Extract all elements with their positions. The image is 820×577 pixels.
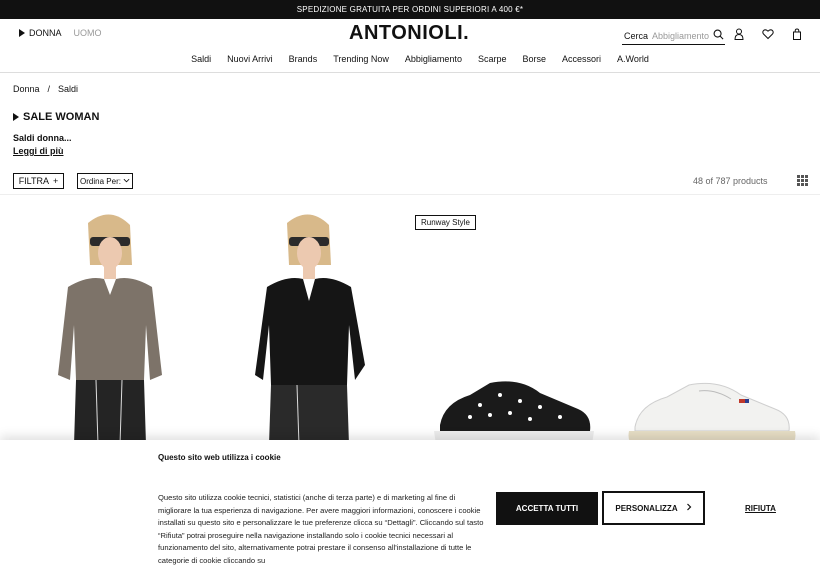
product-grid: Runway Style — [0, 194, 820, 445]
user-icon[interactable] — [733, 27, 745, 40]
sort-label: Ordina Per: — [80, 176, 121, 186]
runway-style-badge: Runway Style — [415, 215, 476, 230]
product-image[interactable] — [615, 195, 820, 445]
nav-item-borse[interactable]: Borse — [522, 54, 546, 64]
heart-icon[interactable] — [762, 27, 774, 40]
product-card[interactable]: Runway Style — [410, 195, 615, 445]
filter-label: FILTRA — [18, 176, 50, 186]
nav-item-trending-now[interactable]: Trending Now — [333, 54, 389, 64]
nav-item-saldi[interactable]: Saldi — [191, 54, 211, 64]
main-nav: Saldi Nuovi Arrivi Brands Trending Now A… — [0, 46, 820, 73]
search-placeholder: Abbigliamento — [652, 30, 710, 41]
nav-item-accessori[interactable]: Accessori — [562, 54, 601, 64]
customize-button[interactable]: PERSONALIZZA — [602, 491, 705, 525]
product-card[interactable] — [615, 195, 820, 445]
chevron-right-icon — [686, 503, 692, 513]
site-header: DONNA UOMO ANTONIOLI. Cerca Abbigliament… — [0, 19, 820, 46]
logo[interactable]: ANTONIOLI. — [349, 22, 469, 45]
gender-uomo[interactable]: UOMO — [74, 28, 102, 38]
nav-item-brands[interactable]: Brands — [289, 54, 318, 64]
nav-item-scarpe[interactable]: Scarpe — [478, 54, 507, 64]
gender-switch: DONNA UOMO — [19, 28, 102, 38]
category-description: Saldi donna... — [13, 133, 72, 143]
nav-item-a-world[interactable]: A.World — [617, 54, 649, 64]
grid-view-icon[interactable] — [797, 175, 808, 186]
sort-select[interactable]: Ordina Per: — [77, 173, 133, 189]
product-image[interactable] — [410, 195, 615, 445]
plus-icon: + — [53, 176, 59, 186]
cookie-title: Questo sito web utilizza i cookie — [158, 453, 281, 462]
breadcrumb-donna[interactable]: Donna — [13, 84, 40, 94]
gender-donna[interactable]: DONNA — [19, 28, 62, 38]
nav-item-abbigliamento[interactable]: Abbigliamento — [405, 54, 462, 64]
breadcrumb-saldi[interactable]: Saldi — [58, 84, 78, 94]
reject-button[interactable]: RIFIUTA — [745, 504, 776, 513]
promo-banner: SPEDIZIONE GRATUITA PER ORDINI SUPERIORI… — [0, 0, 820, 19]
search-label: Cerca — [624, 30, 649, 41]
nav-item-nuovi-arrivi[interactable]: Nuovi Arrivi — [227, 54, 273, 64]
header-icons — [733, 27, 803, 40]
play-icon — [13, 113, 19, 121]
product-count: 48 of 787 products — [693, 176, 768, 186]
accept-all-button[interactable]: ACCETTA TUTTI — [496, 492, 598, 525]
product-image[interactable] — [0, 195, 205, 445]
product-card[interactable] — [205, 195, 410, 445]
product-image[interactable] — [205, 195, 410, 445]
page-title-text: SALE WOMAN — [23, 111, 100, 123]
read-more-link[interactable]: Leggi di più — [13, 146, 64, 156]
breadcrumb: Donna / Saldi — [13, 84, 78, 94]
cookie-banner: Questo sito web utilizza i cookie Questo… — [0, 440, 820, 577]
search-input[interactable]: Cerca Abbigliamento — [622, 27, 725, 45]
page-title: SALE WOMAN — [13, 111, 99, 123]
breadcrumb-separator: / — [47, 84, 51, 94]
bag-icon[interactable] — [791, 27, 803, 40]
chevron-down-icon — [123, 177, 130, 186]
product-card[interactable] — [0, 195, 205, 445]
filter-button[interactable]: FILTRA + — [13, 173, 64, 189]
play-icon — [19, 29, 25, 37]
search-icon[interactable] — [713, 29, 724, 42]
customize-label: PERSONALIZZA — [615, 503, 678, 513]
cookie-text: Questo sito utilizza cookie tecnici, sta… — [158, 493, 484, 565]
